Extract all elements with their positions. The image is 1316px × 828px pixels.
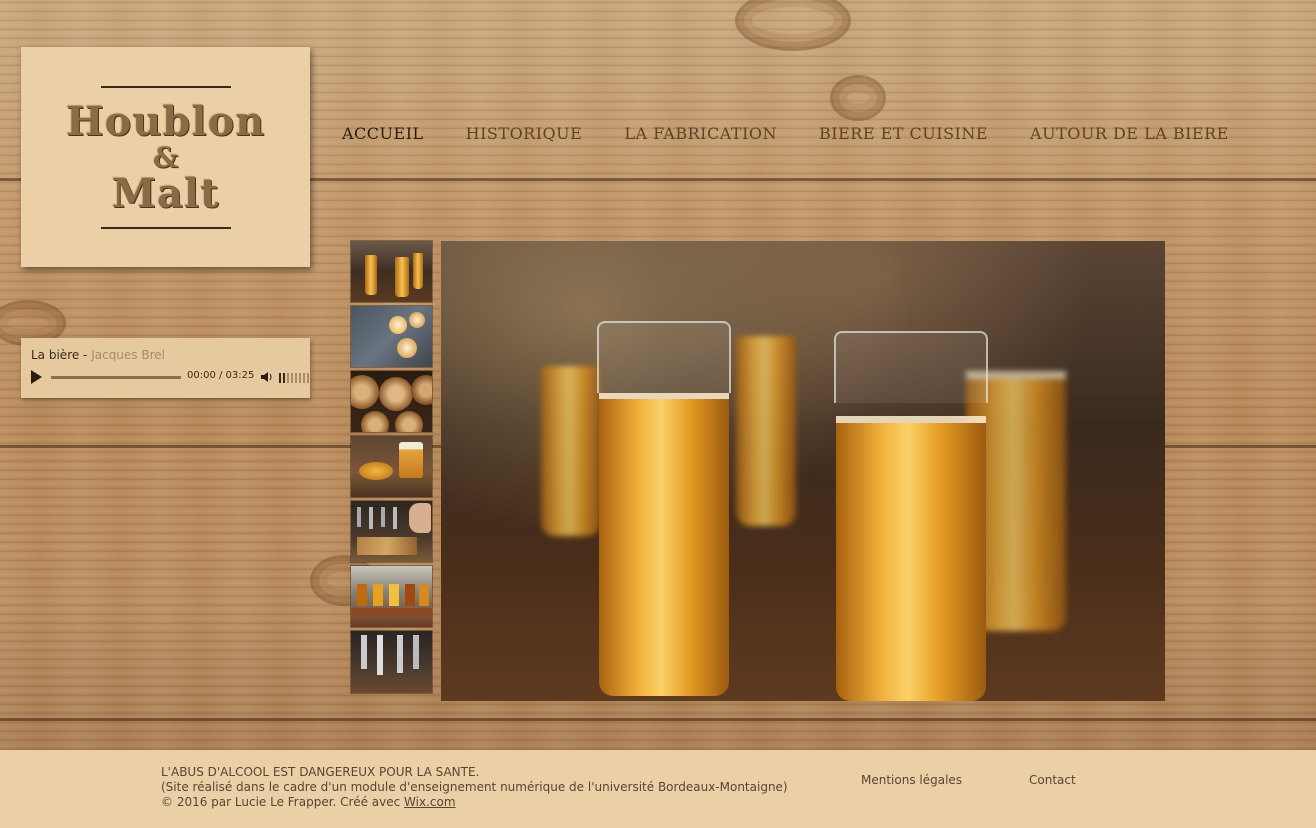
contact-link[interactable]: Contact xyxy=(1029,773,1076,787)
song-name: La bière - xyxy=(31,348,92,362)
copyright-text: © 2016 par Lucie Le Frapper. Créé avec xyxy=(161,795,405,809)
site-context-note: (Site réalisé dans le cadre d'un module … xyxy=(161,780,788,794)
track-title: La bière - Jacques Brel xyxy=(31,348,165,362)
volume-icon[interactable] xyxy=(261,371,273,383)
wood-knot xyxy=(830,75,886,121)
background-glass xyxy=(541,296,601,536)
main-nav: ACCUEIL HISTORIQUE LA FABRICATION BIERE … xyxy=(342,124,1271,143)
thumbnail-beer-glasses-row[interactable] xyxy=(351,241,432,302)
featured-image xyxy=(441,241,1165,701)
wix-link[interactable]: Wix.com xyxy=(404,795,455,809)
audio-player: La bière - Jacques Brel 00:00 / 03:25 xyxy=(21,338,310,398)
track-time: 00:00 / 03:25 xyxy=(187,370,255,381)
thumbnail-beer-flight[interactable] xyxy=(351,566,432,627)
alcohol-warning: L'ABUS D'ALCOOL EST DANGEREUX POUR LA SA… xyxy=(161,765,480,779)
nav-item-autour-de-la-biere[interactable]: AUTOUR DE LA BIERE xyxy=(1030,124,1229,143)
progress-track[interactable] xyxy=(51,376,181,379)
volume-level-icon[interactable] xyxy=(279,373,309,383)
wood-knot xyxy=(735,0,851,51)
beer-glass-right xyxy=(834,331,988,701)
logo-word-malt: Malt xyxy=(111,169,220,217)
site-logo[interactable]: Houblon & Malt xyxy=(21,47,310,267)
background-glass xyxy=(736,286,796,526)
thumbnail-barrels[interactable] xyxy=(351,371,432,432)
gallery-thumbnails xyxy=(351,241,432,697)
nav-item-historique[interactable]: HISTORIQUE xyxy=(466,124,583,143)
artist-name: Jacques Brel xyxy=(91,348,165,362)
thumbnail-tap-pouring[interactable] xyxy=(351,501,432,562)
plank-seam xyxy=(0,718,1316,721)
thumbnail-beer-taps[interactable] xyxy=(351,631,432,693)
site-footer: L'ABUS D'ALCOOL EST DANGEREUX POUR LA SA… xyxy=(0,750,1316,828)
logo-rule-bottom xyxy=(100,226,231,229)
mentions-legales-link[interactable]: Mentions légales xyxy=(861,773,962,787)
logo-rule-top xyxy=(100,85,231,88)
footer-legal-text: L'ABUS D'ALCOOL EST DANGEREUX POUR LA SA… xyxy=(161,765,788,810)
nav-item-la-fabrication[interactable]: LA FABRICATION xyxy=(624,124,777,143)
beer-glass-left xyxy=(597,321,731,696)
logo-word-houblon: Houblon xyxy=(65,97,266,145)
play-icon[interactable] xyxy=(31,370,42,384)
thumbnail-beer-glasses-top-view[interactable] xyxy=(351,306,432,367)
nav-item-biere-et-cuisine[interactable]: BIERE ET CUISINE xyxy=(819,124,988,143)
thumbnail-snacks-and-beer[interactable] xyxy=(351,436,432,497)
nav-item-accueil[interactable]: ACCUEIL xyxy=(342,124,424,143)
copyright-line: © 2016 par Lucie Le Frapper. Créé avec W… xyxy=(161,795,788,810)
